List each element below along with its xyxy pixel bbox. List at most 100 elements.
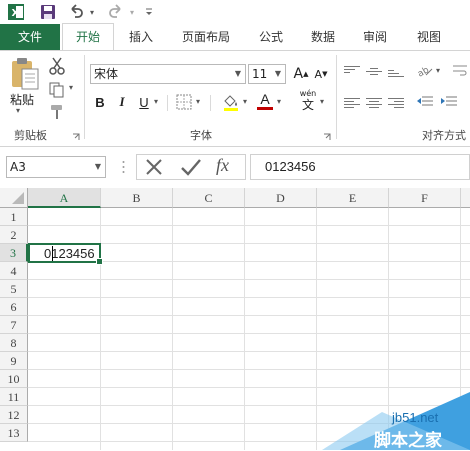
font-size-dropdown-icon[interactable]: ▼: [271, 65, 285, 83]
fill-color-dropdown-icon[interactable]: ▾: [243, 97, 247, 106]
cut-icon[interactable]: [48, 57, 66, 75]
column-header-b[interactable]: B: [101, 188, 173, 208]
cell-a3[interactable]: 0123456: [28, 243, 103, 265]
align-left-icon[interactable]: [344, 96, 360, 110]
paste-icon[interactable]: [8, 57, 42, 91]
row-header-13[interactable]: 13: [0, 424, 28, 442]
undo-icon[interactable]: [66, 2, 86, 22]
svg-text:X: X: [12, 8, 20, 19]
copy-dropdown-icon[interactable]: ▾: [69, 83, 73, 92]
tab-file[interactable]: 文件: [0, 24, 60, 50]
middle-align-icon[interactable]: [366, 66, 382, 80]
tab-formulas[interactable]: 公式: [250, 24, 292, 50]
cancel-icon[interactable]: [144, 158, 164, 176]
phonetic-guide-button[interactable]: wén 文: [297, 89, 319, 113]
column-header-a[interactable]: A: [28, 188, 101, 208]
phonetic-top-label: wén: [299, 89, 317, 98]
excel-logo-icon: X: [6, 2, 26, 22]
insert-function-button[interactable]: fx: [216, 155, 242, 177]
grow-font-button[interactable]: A ▲: [292, 64, 310, 84]
row-header-7[interactable]: 7: [0, 316, 28, 334]
font-launcher-icon[interactable]: [323, 130, 331, 140]
increase-indent-icon[interactable]: [440, 95, 458, 109]
row-header-1[interactable]: 1: [0, 208, 28, 226]
column-header-d[interactable]: D: [245, 188, 317, 208]
select-all-corner[interactable]: [0, 188, 28, 208]
row-header-8[interactable]: 8: [0, 334, 28, 352]
name-box[interactable]: A3 ▼: [6, 156, 106, 178]
top-align-icon[interactable]: [344, 64, 360, 78]
row-header-2[interactable]: 2: [0, 226, 28, 244]
tab-data[interactable]: 数据: [302, 24, 344, 50]
phonetic-bottom-label: 文: [301, 98, 314, 112]
row-header-4[interactable]: 4: [0, 262, 28, 280]
orientation-dropdown-icon[interactable]: ▾: [436, 66, 440, 75]
save-icon[interactable]: [38, 2, 58, 22]
enter-icon[interactable]: [180, 158, 202, 176]
tab-page-layout[interactable]: 页面布局: [172, 24, 240, 50]
row-header-5[interactable]: 5: [0, 280, 28, 298]
row-header-6[interactable]: 6: [0, 298, 28, 316]
paste-button-label[interactable]: 粘贴: [10, 91, 34, 108]
name-box-value: A3: [10, 160, 26, 174]
bold-button[interactable]: B: [92, 92, 108, 112]
ribbon-home: 粘贴 ▾ ▾ 剪贴板 宋体 ▼ 11 ▼ A ▲ A ▼ B I U ▾ ▾ ▾ A: [0, 50, 470, 147]
redo-icon[interactable]: [106, 2, 126, 22]
format-painter-icon[interactable]: [48, 103, 66, 121]
site-watermark: jb51.net 脚本之家: [322, 392, 470, 451]
underline-dropdown-icon[interactable]: ▾: [154, 97, 158, 106]
copy-icon[interactable]: [48, 81, 66, 99]
ribbon-tabs: 文件 开始 插入 页面布局 公式 数据 审阅 视图: [0, 23, 470, 51]
row-header-11[interactable]: 11: [0, 388, 28, 406]
font-color-swatch: [257, 107, 273, 110]
row-header-3[interactable]: 3: [0, 244, 28, 262]
tab-review[interactable]: 审阅: [354, 24, 396, 50]
tab-home[interactable]: 开始: [62, 23, 114, 51]
bottom-align-icon[interactable]: [388, 68, 404, 82]
formula-input[interactable]: 0123456: [250, 154, 470, 180]
formula-bar: A3 ▼ fx 0123456: [0, 152, 470, 182]
redo-dropdown-icon[interactable]: ▾: [127, 2, 137, 22]
column-header-c[interactable]: C: [173, 188, 245, 208]
phonetic-dropdown-icon[interactable]: ▾: [320, 97, 324, 106]
font-color-dropdown-icon[interactable]: ▾: [277, 97, 281, 106]
borders-icon[interactable]: [176, 94, 192, 110]
tab-view[interactable]: 视图: [406, 24, 452, 50]
decrease-indent-icon[interactable]: [416, 95, 434, 109]
formula-bar-grip[interactable]: [122, 159, 125, 175]
undo-dropdown-icon[interactable]: ▾: [87, 2, 97, 22]
font-size-combo[interactable]: 11 ▼: [248, 64, 286, 84]
shrink-font-button[interactable]: A ▼: [312, 64, 330, 84]
font-name-dropdown-icon[interactable]: ▼: [231, 65, 245, 83]
quick-access-toolbar: X ▾ ▾: [0, 0, 470, 24]
font-name-combo[interactable]: 宋体 ▼: [90, 64, 246, 84]
wrap-text-icon[interactable]: [452, 63, 468, 79]
column-header-e[interactable]: E: [317, 188, 389, 208]
italic-button[interactable]: I: [114, 92, 130, 112]
watermark-url: jb51.net: [392, 410, 439, 425]
orientation-icon[interactable]: ab: [416, 63, 434, 80]
font-name-value: 宋体: [94, 67, 119, 81]
underline-button[interactable]: U: [136, 92, 152, 112]
clipboard-launcher-icon[interactable]: [72, 130, 80, 140]
grow-font-label: A: [293, 66, 304, 82]
row-header-12[interactable]: 12: [0, 406, 28, 424]
row-header-9[interactable]: 9: [0, 352, 28, 370]
align-right-icon[interactable]: [388, 96, 404, 110]
fill-handle[interactable]: [96, 258, 103, 265]
font-group-label: 字体: [190, 129, 212, 142]
row-header-10[interactable]: 10: [0, 370, 28, 388]
name-box-dropdown-icon[interactable]: ▼: [91, 157, 105, 177]
paste-dropdown-icon[interactable]: ▾: [16, 106, 20, 115]
customize-qat-icon[interactable]: [142, 2, 156, 22]
alignment-group-label: 对齐方式: [422, 129, 466, 142]
tab-insert[interactable]: 插入: [120, 24, 162, 50]
clipboard-group-label: 剪贴板: [14, 129, 47, 142]
column-header-f[interactable]: F: [389, 188, 461, 208]
align-center-icon[interactable]: [366, 96, 382, 110]
text-cursor: [52, 246, 53, 261]
borders-dropdown-icon[interactable]: ▾: [196, 97, 200, 106]
font-color-label: A: [260, 91, 270, 107]
fill-color-icon[interactable]: [222, 93, 240, 111]
font-color-button[interactable]: A: [256, 91, 274, 111]
